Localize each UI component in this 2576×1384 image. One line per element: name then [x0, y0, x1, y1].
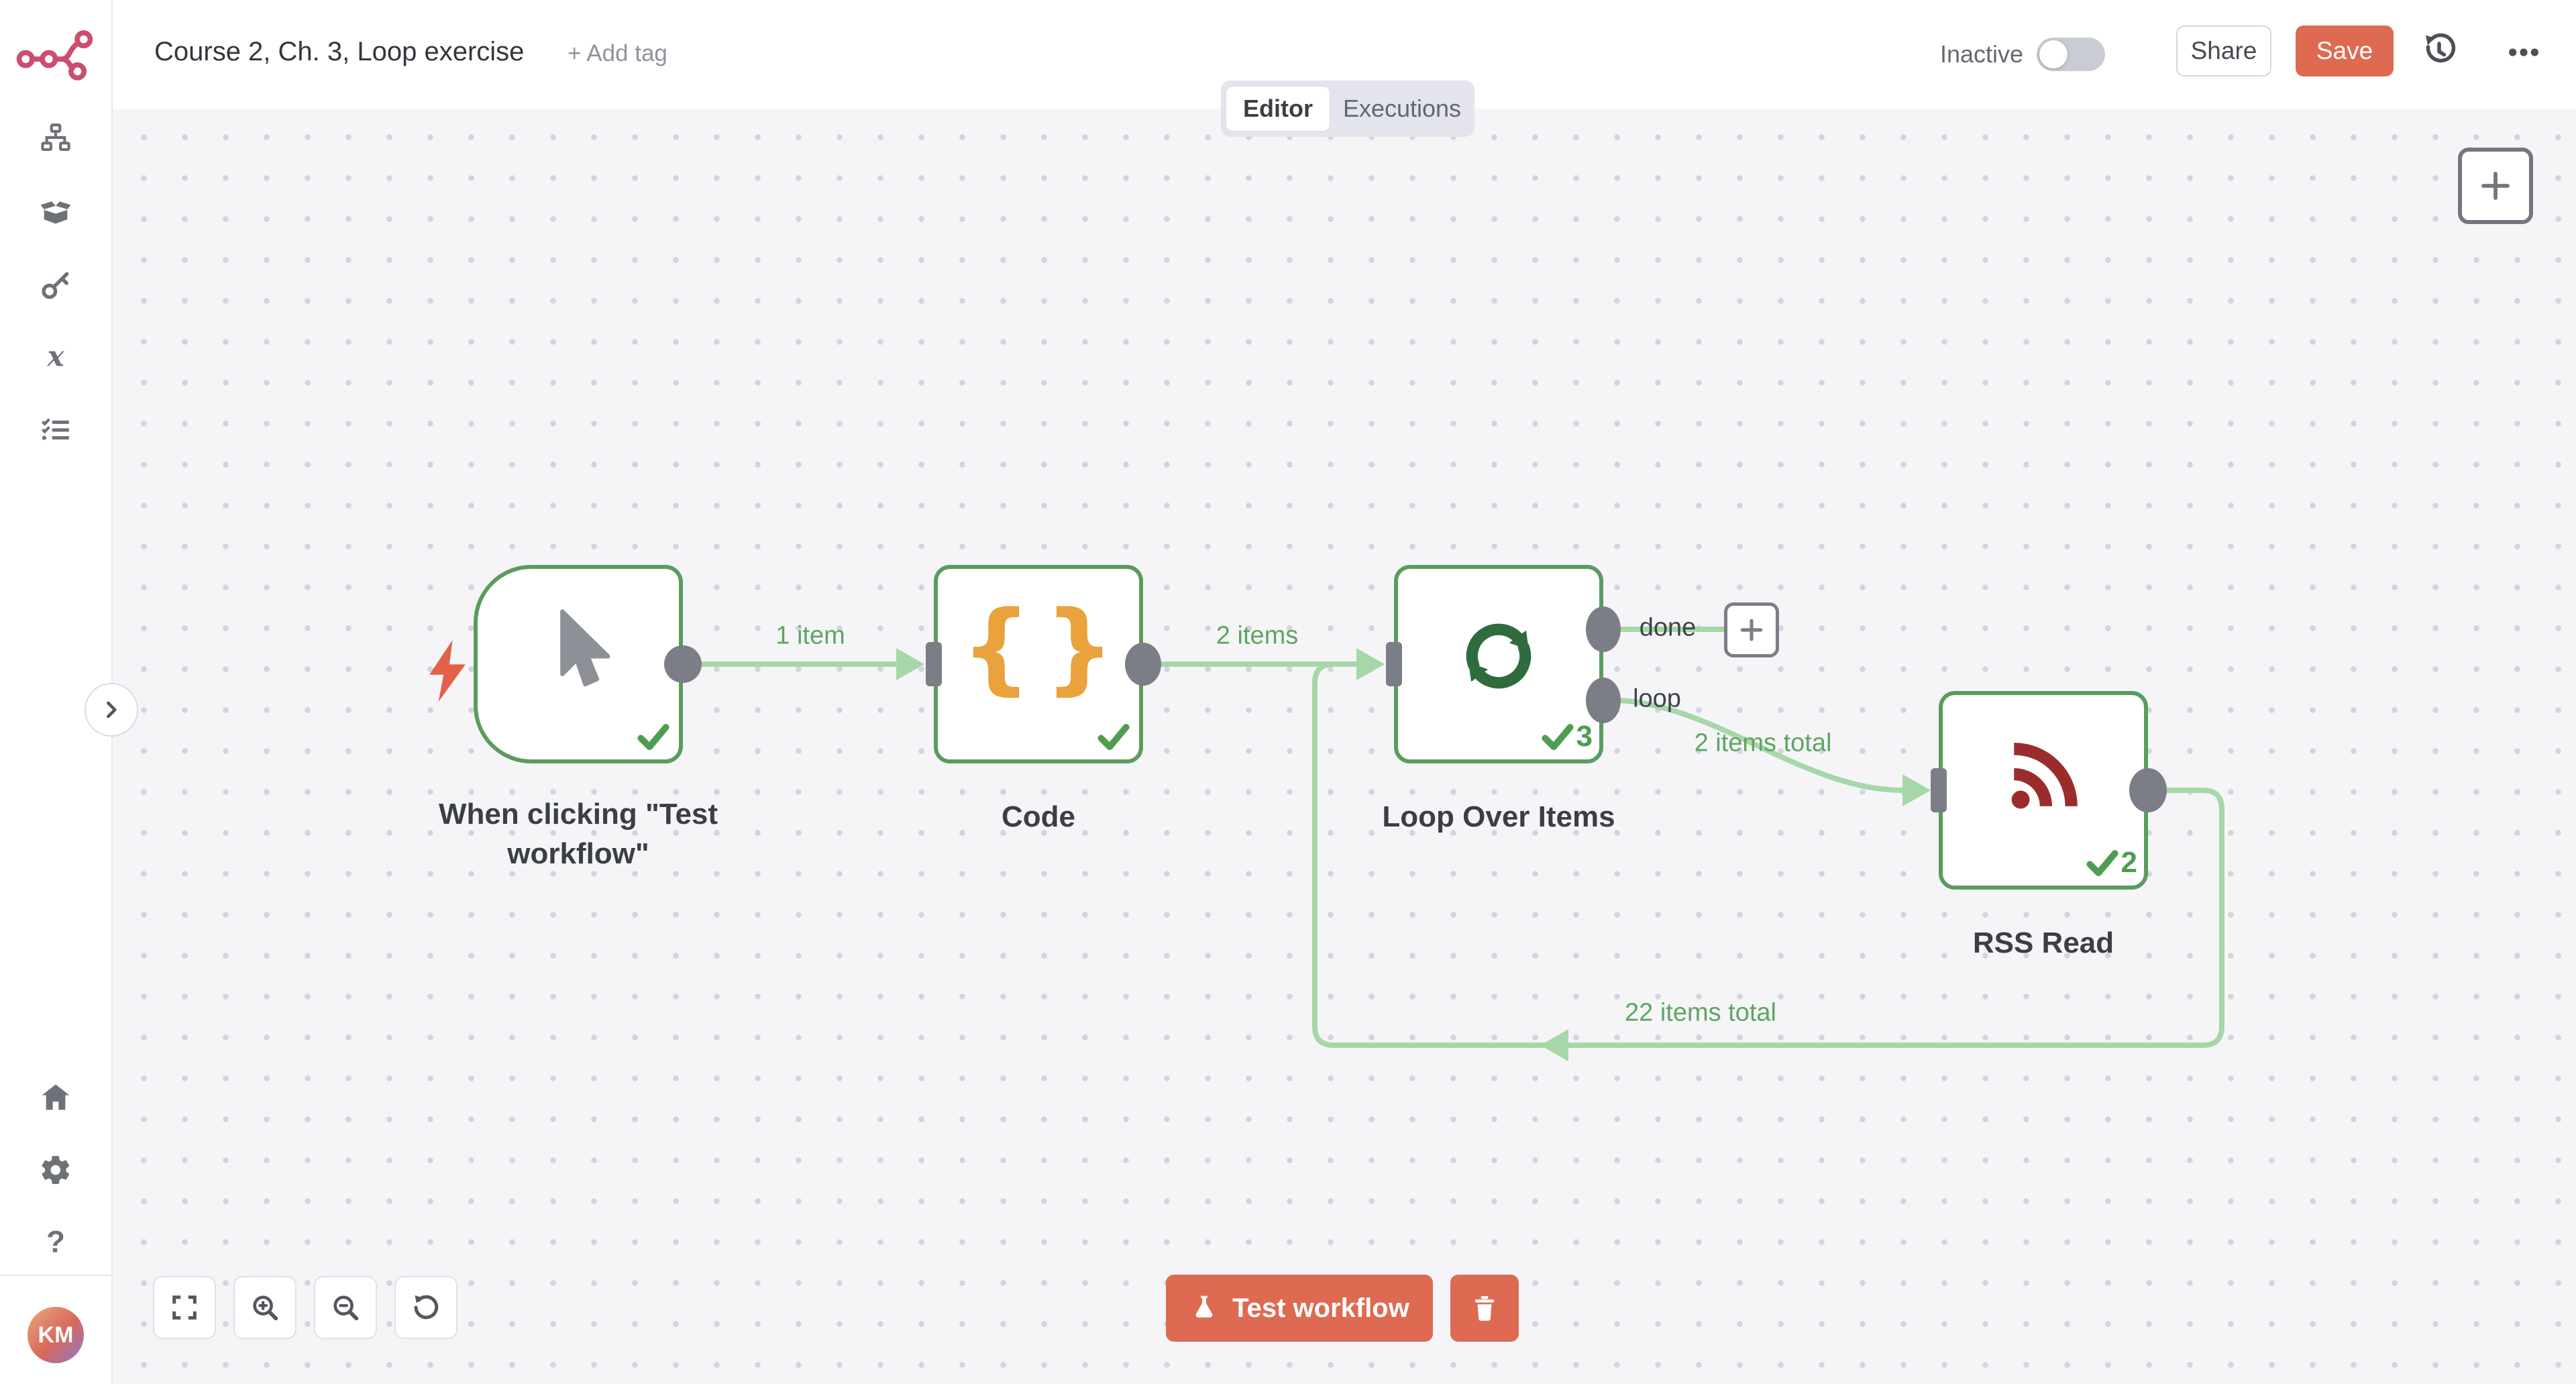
fit-view-icon [169, 1292, 200, 1323]
sidebar-divider [0, 1275, 111, 1276]
wire-label-2-items-total: 2 items total [1695, 729, 1832, 758]
add-node-after-done-button[interactable] [1724, 602, 1779, 657]
n8n-logo[interactable] [15, 28, 97, 85]
loop-arrows-icon [1454, 612, 1543, 700]
add-node-button[interactable] [2458, 148, 2533, 224]
output-label-done: done [1640, 614, 1697, 643]
test-workflow-button[interactable]: Test workflow [1166, 1275, 1433, 1342]
home-icon [38, 1080, 73, 1115]
svg-text:?: ? [46, 1226, 65, 1259]
check-icon [2084, 844, 2121, 882]
sidebar-item-home[interactable] [0, 1067, 111, 1128]
trigger-bolt-icon [427, 639, 468, 703]
node-label-trigger: When clicking "Test workflow" [411, 794, 746, 874]
plus-icon [2477, 168, 2514, 204]
zoom-out-icon [330, 1292, 361, 1323]
zoom-out-button[interactable] [314, 1276, 377, 1339]
avatar[interactable]: KM [28, 1307, 84, 1363]
zoom-in-button[interactable] [233, 1276, 297, 1339]
workflow-title[interactable]: Course 2, Ch. 3, Loop exercise [154, 37, 524, 67]
sidebar-item-templates[interactable] [0, 180, 111, 242]
output-label-loop: loop [1633, 685, 1681, 714]
trash-icon [1469, 1293, 1500, 1324]
svg-text:x: x [47, 341, 65, 373]
add-tag-button[interactable]: + Add tag [568, 40, 667, 67]
more-options-button[interactable] [2504, 34, 2544, 71]
run-count: 3 [1576, 722, 1593, 751]
sidebar-item-help[interactable]: ? [0, 1212, 111, 1273]
activation-status-label: Inactive [1940, 40, 2023, 68]
flask-icon [1189, 1293, 1219, 1323]
ellipsis-icon [2505, 34, 2542, 71]
reset-zoom-icon [411, 1292, 441, 1323]
plus-icon [1737, 615, 1766, 645]
curly-braces-icon: { } [938, 590, 1139, 704]
workflow-canvas[interactable] [111, 109, 2576, 1384]
zoom-to-fit-button[interactable] [153, 1276, 216, 1339]
check-icon [1095, 718, 1132, 755]
history-clock-icon [2419, 31, 2459, 71]
workflow-history-button[interactable] [2419, 31, 2459, 71]
sidebar-item-credentials[interactable] [0, 254, 111, 316]
wire-label-1-item: 1 item [775, 622, 845, 651]
variables-icon: x [39, 341, 72, 374]
n8n-workflow-editor: { } 3 2 When clicking "Test workflow" Co… [0, 0, 2576, 1384]
tab-editor[interactable]: Editor [1226, 87, 1330, 131]
tab-executions[interactable]: Executions [1334, 81, 1470, 137]
test-workflow-label: Test workflow [1232, 1293, 1409, 1324]
list-check-icon [39, 413, 72, 447]
node-success-badge: 2 [2084, 844, 2137, 882]
zoom-in-icon [250, 1292, 280, 1323]
chevron-right-icon [101, 699, 122, 721]
toggle-knob [2039, 40, 2068, 68]
open-box-icon [38, 194, 73, 229]
check-icon [1539, 718, 1576, 755]
share-button[interactable]: Share [2176, 25, 2271, 76]
workflows-icon [39, 121, 72, 154]
node-label-loop: Loop Over Items [1382, 797, 1615, 837]
view-tabs: Editor Executions [1221, 81, 1474, 137]
save-button[interactable]: Save [2296, 25, 2394, 76]
check-icon [635, 718, 672, 755]
node-success-badge [1095, 718, 1132, 755]
sidebar-item-executions[interactable] [0, 399, 111, 461]
sidebar-item-settings[interactable] [0, 1139, 111, 1201]
delete-workflow-button[interactable] [1450, 1275, 1519, 1342]
node-success-badge [635, 718, 672, 755]
run-count: 2 [2121, 848, 2137, 877]
wire-label-2-items: 2 items [1216, 622, 1298, 651]
node-label-rss: RSS Read [1973, 923, 2114, 963]
gear-icon [39, 1153, 72, 1187]
cursor-icon [535, 606, 620, 691]
sidebar-item-variables[interactable]: x [0, 327, 111, 388]
sidebar-expand-button[interactable] [85, 683, 138, 737]
node-label-code: Code [1002, 797, 1075, 837]
rss-icon [2002, 737, 2084, 818]
question-mark-icon: ? [39, 1226, 72, 1259]
key-icon [39, 268, 72, 302]
wire-label-22-items-total: 22 items total [1625, 999, 1776, 1028]
node-success-badge: 3 [1539, 718, 1593, 755]
activation-toggle[interactable] [2037, 38, 2105, 71]
reset-zoom-button[interactable] [394, 1276, 458, 1339]
sidebar-item-workflows[interactable] [0, 107, 111, 168]
